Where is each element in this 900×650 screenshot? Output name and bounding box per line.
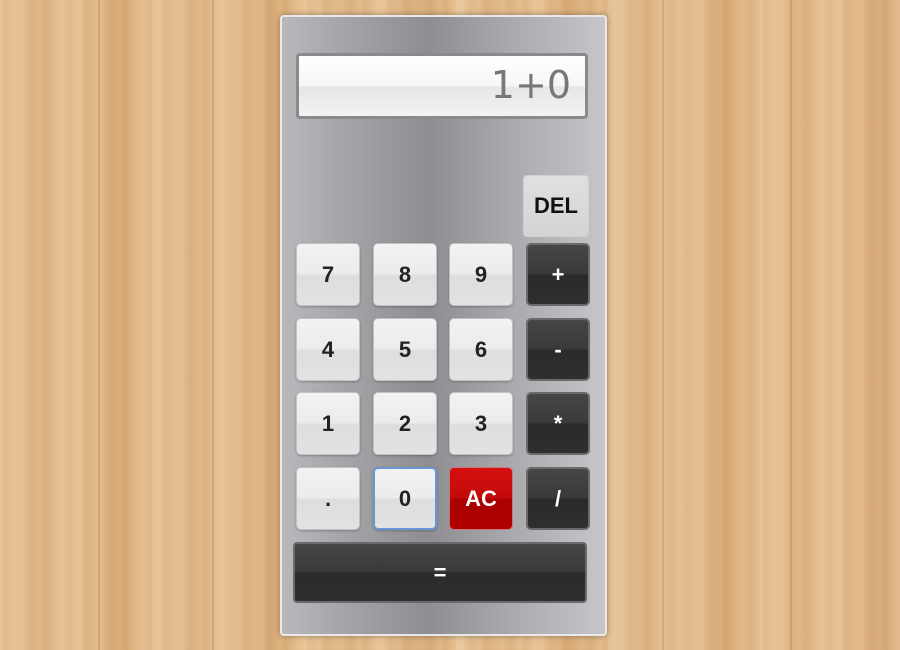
calculator-display: 1+0 — [296, 53, 588, 119]
digit-0-button[interactable]: 0 — [373, 467, 437, 530]
wood-plank-seam — [212, 0, 214, 650]
digit-6-button[interactable]: 6 — [449, 318, 513, 381]
multiply-button[interactable]: * — [526, 392, 590, 455]
all-clear-button[interactable]: AC — [449, 467, 513, 530]
digit-4-button[interactable]: 4 — [296, 318, 360, 381]
digit-5-button[interactable]: 5 — [373, 318, 437, 381]
digit-2-button[interactable]: 2 — [373, 392, 437, 455]
plus-button[interactable]: + — [526, 243, 590, 306]
digit-7-button[interactable]: 7 — [296, 243, 360, 306]
digit-9-button[interactable]: 9 — [449, 243, 513, 306]
wood-plank-seam — [662, 0, 664, 650]
minus-button[interactable]: - — [526, 318, 590, 381]
digit-1-button[interactable]: 1 — [296, 392, 360, 455]
calculator: 1+0 DEL 7 8 9 + 4 5 6 - 1 2 3 * . 0 AC /… — [280, 15, 607, 636]
decimal-point-button[interactable]: . — [296, 467, 360, 530]
digit-3-button[interactable]: 3 — [449, 392, 513, 455]
delete-button[interactable]: DEL — [523, 175, 589, 237]
digit-8-button[interactable]: 8 — [373, 243, 437, 306]
wood-plank-seam — [98, 0, 100, 650]
equals-button[interactable]: = — [293, 542, 587, 603]
wood-plank-seam — [790, 0, 792, 650]
divide-button[interactable]: / — [526, 467, 590, 530]
